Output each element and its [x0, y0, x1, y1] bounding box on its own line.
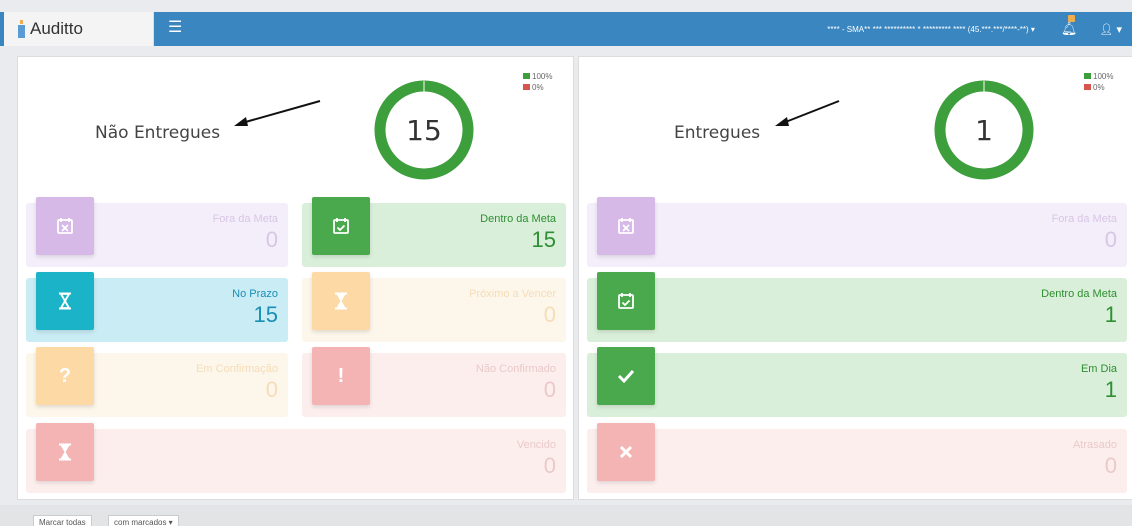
logo-icon	[18, 20, 25, 38]
card-label: Próximo a Vencer	[469, 288, 556, 300]
card-value: 15	[531, 227, 556, 252]
notification-badge	[1067, 15, 1075, 22]
card-nao-confirmado[interactable]: ! Não Confirmado 0	[302, 347, 566, 417]
hourglass-icon	[36, 423, 94, 481]
card-label: Em Confirmação	[196, 363, 278, 375]
user-menu-button[interactable]: 👤︎ ▾	[1099, 23, 1122, 36]
card-value: 0	[265, 227, 278, 252]
panel-nao-entregues: Não Entregues 15 100% 0% Fora da Meta 0 …	[17, 56, 574, 500]
chart-legend: 100% 0%	[523, 71, 552, 93]
mark-all-button[interactable]: Marcar todas	[33, 515, 92, 526]
card-value: 1	[1104, 377, 1117, 402]
card-label: Em Dia	[1080, 363, 1117, 375]
card-value: 0	[543, 302, 556, 327]
card-value: 0	[543, 453, 556, 478]
with-marked-dropdown[interactable]: com marcados ▾	[108, 515, 179, 526]
card-proximo-a-vencer[interactable]: Próximo a Vencer 0	[302, 272, 566, 342]
card-value: 0	[1104, 453, 1117, 478]
card-value: 1	[1104, 302, 1117, 327]
legend-item: 100%	[1084, 71, 1113, 82]
legend-item: 100%	[523, 71, 552, 82]
user-caret: ▾	[1116, 23, 1122, 36]
exclamation-icon: !	[312, 347, 370, 405]
brand-logo[interactable]: Auditto	[4, 12, 154, 46]
arrow-annotation	[234, 100, 321, 126]
card-fora-da-meta[interactable]: Fora da Meta 0	[26, 197, 288, 267]
calendar-x-icon	[36, 197, 94, 255]
menu-toggle-icon[interactable]: ☰	[168, 20, 186, 36]
donut-total: 15	[406, 113, 442, 147]
entity-selector[interactable]: **** - SMA** *** ********** * ********* …	[827, 25, 1035, 34]
legend-item: 0%	[1084, 82, 1113, 93]
donut-chart: 15	[373, 79, 475, 181]
card-label: Dentro da Meta	[1041, 288, 1117, 300]
top-navbar: Auditto ☰ **** - SMA** *** ********** * …	[0, 12, 1132, 46]
card-no-prazo[interactable]: No Prazo 15	[26, 272, 288, 342]
card-label: Não Confirmado	[475, 363, 556, 375]
panel-title: Não Entregues	[95, 123, 221, 143]
panel-title: Entregues	[674, 123, 761, 143]
card-value: 0	[265, 377, 278, 402]
card-value: 15	[253, 302, 278, 327]
calendar-x-icon	[597, 197, 655, 255]
card-label: Atrasado	[1072, 439, 1117, 451]
user-icon: 👤︎	[1099, 23, 1114, 36]
check-icon	[597, 347, 655, 405]
card-em-confirmacao[interactable]: ? Em Confirmação 0	[26, 347, 288, 417]
donut-chart: 1	[933, 79, 1035, 181]
hourglass-icon	[36, 272, 94, 330]
arrow-annotation	[775, 100, 840, 126]
notifications-button[interactable]: 🔔︎	[1060, 15, 1078, 37]
card-value: 0	[1104, 227, 1117, 252]
card-label: Fora da Meta	[212, 213, 278, 225]
app-name: Auditto	[30, 19, 83, 38]
calendar-check-icon	[597, 272, 655, 330]
calendar-check-icon	[312, 197, 370, 255]
bell-icon: 🔔︎	[1060, 21, 1078, 36]
card-dentro-da-meta[interactable]: Dentro da Meta 1	[587, 272, 1127, 342]
card-vencido[interactable]: Vencido 0	[26, 423, 566, 493]
hourglass-icon	[312, 272, 370, 330]
panel-entregues: Entregues 1 100% 0% Fora da Meta 0 Dentr…	[578, 56, 1132, 500]
bottom-toolbar: Marcar todas com marcados ▾	[0, 505, 1132, 526]
card-dentro-da-meta[interactable]: Dentro da Meta 15	[302, 197, 566, 267]
times-icon	[597, 423, 655, 481]
legend-item: 0%	[523, 82, 552, 93]
card-fora-da-meta[interactable]: Fora da Meta 0	[587, 197, 1127, 267]
card-label: Dentro da Meta	[480, 213, 556, 225]
chart-legend: 100% 0%	[1084, 71, 1113, 93]
question-icon: ?	[36, 347, 94, 405]
card-em-dia[interactable]: Em Dia 1	[587, 347, 1127, 417]
card-label: Fora da Meta	[1051, 213, 1117, 225]
donut-total: 1	[975, 113, 993, 147]
card-label: No Prazo	[232, 288, 278, 300]
card-atrasado[interactable]: Atrasado 0	[587, 423, 1127, 493]
card-value: 0	[543, 377, 556, 402]
card-label: Vencido	[516, 439, 556, 451]
